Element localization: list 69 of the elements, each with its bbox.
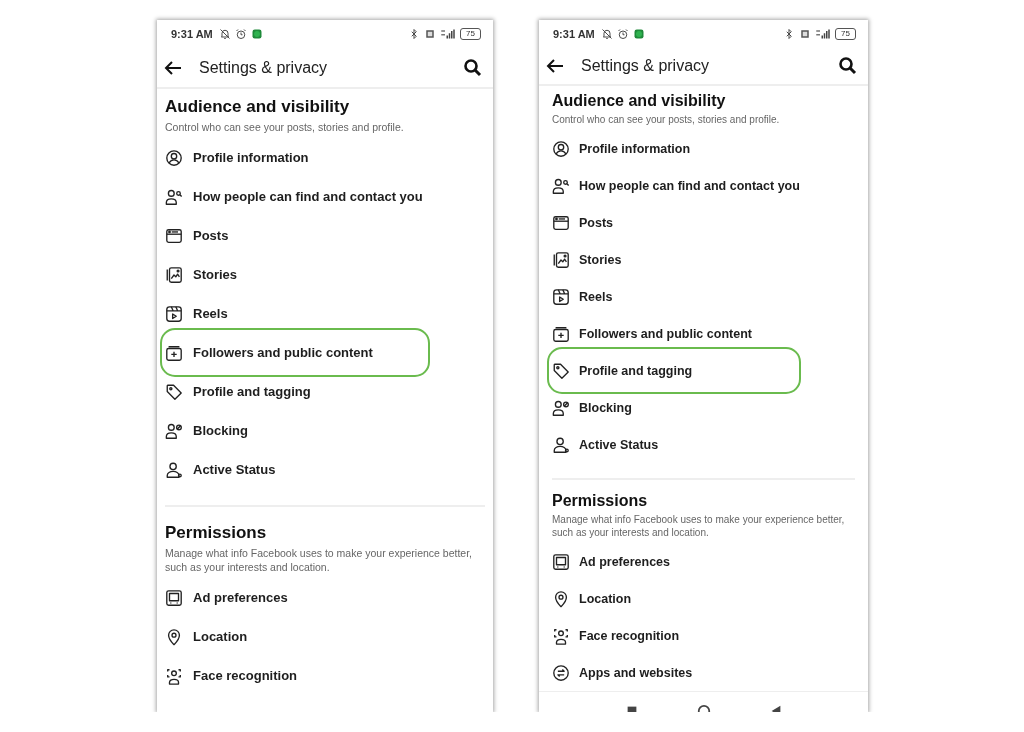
settings-item[interactable]: Location [552, 580, 796, 617]
posts-icon [552, 213, 570, 232]
settings-item[interactable]: Blocking [165, 411, 425, 450]
status-time: 9:31 AM [553, 27, 595, 40]
apps-icon [552, 663, 570, 682]
search-icon [463, 57, 483, 78]
profile-icon [552, 139, 570, 158]
app-icon [632, 27, 645, 40]
tag-icon [165, 382, 183, 401]
section-heading: Audience and visibility [165, 97, 350, 117]
signal-icon [440, 28, 457, 40]
settings-item[interactable]: Reels [165, 294, 425, 333]
followers-icon [165, 343, 183, 362]
contact-icon [552, 176, 570, 195]
tag-icon [552, 361, 570, 380]
blocking-icon [552, 398, 570, 417]
settings-item[interactable]: Posts [552, 204, 796, 241]
app-icon [250, 28, 263, 40]
settings-item[interactable]: Ad preferences [552, 543, 796, 580]
location-icon [165, 627, 183, 646]
settings-item[interactable]: Profile and tagging [552, 352, 796, 389]
section-description: Manage what info Facebook uses to make your experience better, such as your interests and location. [165, 546, 473, 574]
signal-icon [815, 27, 832, 40]
muted-bell-icon [218, 28, 231, 40]
section-heading: Permissions [165, 523, 267, 543]
settings-item[interactable]: Followers and public content [165, 333, 425, 372]
settings-item[interactable]: Profile and tagging [165, 372, 425, 411]
followers-icon [552, 324, 570, 343]
screen-title: Settings & privacy [581, 56, 710, 75]
battery-level: 75 [460, 28, 481, 40]
profile-icon [165, 148, 183, 167]
settings-item[interactable]: Face recognition [552, 617, 796, 654]
reels-icon [165, 304, 183, 323]
alarm-clock-icon [234, 28, 247, 40]
location-icon [552, 589, 570, 608]
search-icon [838, 55, 858, 76]
stories-icon [165, 265, 183, 284]
settings-item[interactable]: Profile information [552, 130, 796, 167]
settings-item[interactable]: Blocking [552, 389, 796, 426]
settings-item[interactable]: Active Status [552, 426, 796, 463]
face-icon [552, 626, 570, 645]
settings-item[interactable]: Active Status [165, 450, 425, 489]
settings-item[interactable]: Face recognition [165, 656, 425, 695]
section-description: Manage what info Facebook uses to make your experience better, such as your interests and location. [552, 513, 846, 539]
section-description: Control who can see your posts, stories and profile. [552, 113, 780, 126]
face-icon [165, 666, 183, 685]
blocking-icon [165, 421, 183, 440]
settings-item[interactable]: How people can find and contact you [165, 177, 425, 216]
section-heading: Permissions [552, 492, 648, 510]
section-heading: Audience and visibility [552, 92, 726, 110]
settings-item[interactable]: Stories [552, 241, 796, 278]
settings-item[interactable]: Followers and public content [552, 315, 796, 352]
alarm-clock-icon [616, 27, 629, 40]
settings-item[interactable]: Ad preferences [165, 578, 425, 617]
settings-item[interactable]: Stories [165, 255, 425, 294]
reels-icon [552, 287, 570, 306]
posts-icon [165, 226, 183, 245]
stories-icon [552, 250, 570, 269]
section-description: Control who can see your posts, stories and profile. [165, 120, 404, 134]
settings-item[interactable]: Posts [165, 216, 425, 255]
battery-level: 75 [835, 27, 856, 40]
muted-bell-icon [600, 27, 613, 40]
settings-item[interactable]: Location [165, 617, 425, 656]
contact-icon [165, 187, 183, 206]
settings-item[interactable]: Profile information [165, 138, 425, 177]
status-time: 9:31 AM [171, 28, 213, 40]
settings-item[interactable]: Apps and websites [552, 654, 796, 691]
screen-title: Settings & privacy [199, 58, 328, 77]
settings-item[interactable]: Reels [552, 278, 796, 315]
